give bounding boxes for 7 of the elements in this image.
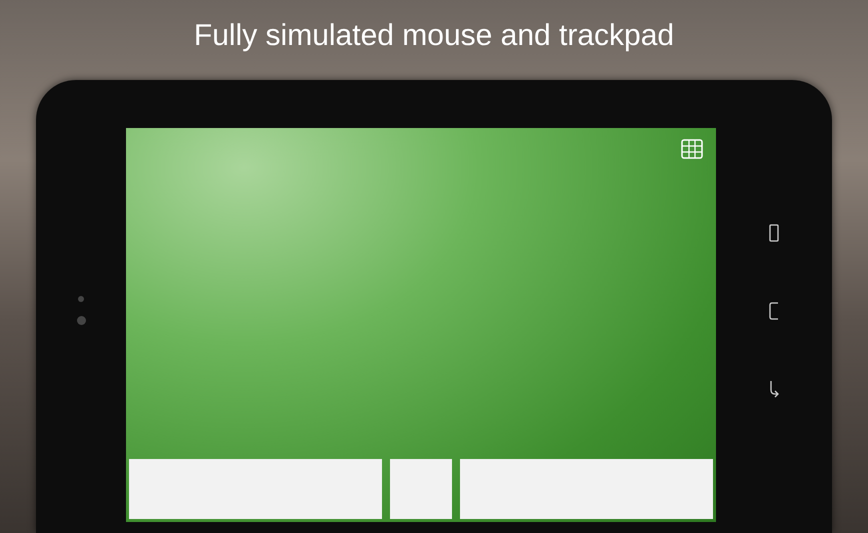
back-icon[interactable] [769,380,779,398]
recent-apps-icon[interactable] [769,224,779,242]
keyboard-grid-icon[interactable] [681,139,703,159]
home-icon[interactable] [769,302,779,320]
headline: Fully simulated mouse and trackpad [194,18,674,54]
camera-icon [76,316,86,325]
trackpad-screen[interactable] [126,128,716,522]
